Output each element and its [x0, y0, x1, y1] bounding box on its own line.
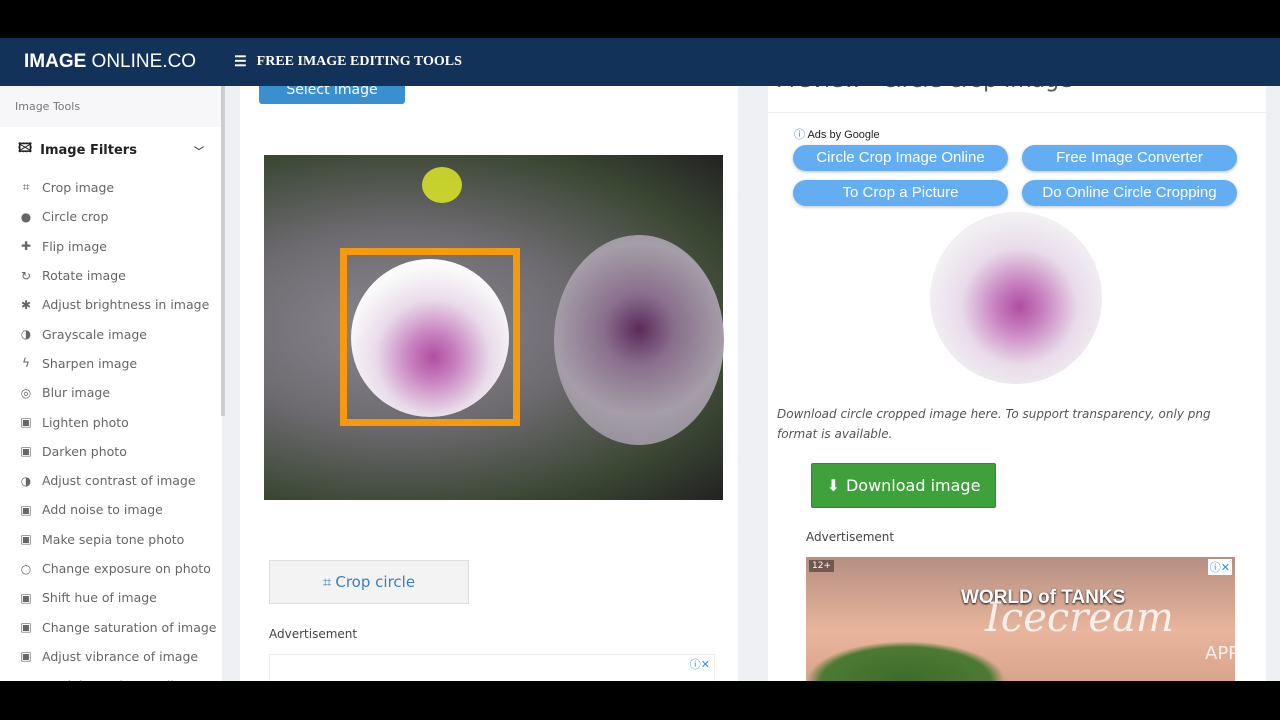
crop-icon: ⌗: [22, 180, 30, 195]
sidebar-item[interactable]: ▣ Add noise to image: [0, 495, 222, 524]
sidebar-item-label: Rotate image: [42, 268, 126, 284]
download-icon: ⬇: [826, 476, 840, 495]
download-image-button[interactable]: ⬇ Download image: [811, 463, 996, 508]
check-circle-icon: ●: [20, 209, 32, 224]
ad-link[interactable]: Do Online Circle Cropping: [1022, 180, 1237, 206]
sidebar-item[interactable]: ϟ Sharpen image: [0, 349, 222, 378]
sidebar-item-label: Sharpen image: [42, 355, 138, 371]
logo[interactable]: IMAGE ONLINE.CO: [24, 51, 196, 73]
sidebar-item-label: Circle crop: [42, 209, 109, 225]
image-icon: ▣: [20, 590, 32, 605]
sidebar-item[interactable]: ⌗ Crop image: [0, 173, 222, 202]
crop-selection[interactable]: [340, 248, 520, 426]
sidebar-item[interactable]: ▣ Adjust vibrance of image: [0, 642, 222, 671]
ad-scenery: [806, 641, 1006, 681]
info-icon: ⓘ: [794, 129, 808, 141]
image-icon: ▣: [19, 679, 33, 681]
sidebar-item[interactable]: ✱ Adjust brightness in image: [0, 290, 222, 319]
advertisement-label: Advertisement: [269, 627, 358, 641]
sidebar-item-label: Straighten photo online: [42, 678, 190, 681]
ad-link[interactable]: Free Image Converter: [1022, 145, 1237, 171]
download-note: Download circle cropped image here. To s…: [777, 407, 1211, 441]
sidebar-caption: Image Tools: [0, 86, 222, 127]
sidebar-item[interactable]: ● Circle crop: [0, 202, 222, 231]
sidebar-item-label: Adjust vibrance of image: [42, 648, 199, 664]
ads-by-google[interactable]: ⓘ Ads by Google: [794, 126, 880, 142]
circle-preview-image: [930, 212, 1102, 384]
ad-slot[interactable]: ⓘ✕: [269, 654, 715, 681]
sidebar-item-label: Change saturation of image: [42, 619, 217, 635]
image-icon: ▣: [20, 649, 32, 664]
ad-close-icon[interactable]: ⓘ✕: [690, 656, 710, 672]
sidebar-item-label: Adjust contrast of image: [42, 473, 196, 489]
image-icon: ▣: [20, 532, 32, 547]
page-scrollbar[interactable]: [1266, 86, 1280, 681]
ad-link[interactable]: To Crop a Picture: [793, 180, 1008, 206]
sidebar-item[interactable]: ○ Change exposure on photo: [0, 554, 222, 583]
editor-panel: Select image ⌗ Crop circle Advertisement …: [240, 76, 738, 681]
half-circle-icon: ◑: [20, 327, 32, 342]
page: IMAGE ONLINE.CO ☰ FREE IMAGE EDITING TOOL…: [0, 38, 1280, 681]
image-icon: ▣: [20, 415, 32, 430]
sidebar-item[interactable]: ↻ Rotate image: [0, 261, 222, 290]
plus-icon: ✚: [20, 239, 32, 254]
sidebar-item-label: Grayscale image: [42, 326, 147, 342]
advertisement-label: Advertisement: [806, 530, 895, 544]
sidebar-scrollbar[interactable]: [221, 86, 225, 416]
watermark-sub: APPS: [1205, 643, 1251, 664]
circle-icon: ○: [20, 561, 32, 576]
flower-image: [554, 235, 724, 445]
age-rating: 12+: [809, 560, 834, 572]
image-icon: 🖾: [18, 141, 33, 156]
half-circle-icon: ◑: [20, 473, 32, 488]
crop-icon: ⌗: [322, 573, 332, 591]
crop-circle-button[interactable]: ⌗ Crop circle: [269, 560, 469, 604]
ad-link[interactable]: Circle Crop Image Online: [793, 145, 1008, 171]
sidebar-item[interactable]: ▣ Change saturation of image: [0, 612, 222, 641]
watermark: Icecream: [985, 595, 1174, 641]
sidebar-item[interactable]: ▣ Make sepia tone photo: [0, 525, 222, 554]
sidebar-item-label: Blur image: [42, 385, 111, 401]
eye-slash-icon: ◎: [20, 385, 32, 400]
sidebar-item-label: Crop image: [42, 180, 115, 196]
sidebar-item-label: Change exposure on photo: [42, 561, 211, 576]
bolt-icon: ϟ: [22, 356, 30, 371]
sidebar-item[interactable]: ◑ Grayscale image: [0, 319, 222, 348]
chevron-down-icon: ﹀: [194, 146, 204, 158]
divider: [768, 112, 1266, 113]
rotate-icon: ↻: [20, 268, 32, 283]
sidebar-item[interactable]: ✚ Flip image: [0, 232, 222, 261]
hamburger-icon: ☰: [234, 54, 247, 70]
image-icon: ▣: [20, 502, 32, 517]
image-icon: ▣: [20, 620, 32, 635]
sidebar-item[interactable]: ▣ Darken photo: [0, 437, 222, 466]
sidebar-item-label: Darken photo: [42, 443, 127, 459]
sidebar-item[interactable]: ◑ Adjust contrast of image: [0, 466, 222, 495]
sidebar-item[interactable]: ▣ Straighten photo online: [0, 671, 222, 681]
sidebar-item-label: Lighten photo: [42, 414, 129, 430]
sidebar-item[interactable]: ▣ Shift hue of image: [0, 583, 222, 612]
sidebar: Image Tools 🖾 Image Filters ﹀ ⌗ Crop image ●…: [0, 86, 222, 681]
header: IMAGE ONLINE.CO ☰ FREE IMAGE EDITING TOOL…: [0, 38, 1280, 86]
sidebar-item-label: Shift hue of image: [42, 590, 157, 606]
ad-close-icon[interactable]: ⓘ✕: [1207, 559, 1232, 575]
sidebar-group-image-filters[interactable]: 🖾 Image Filters ﹀: [0, 127, 222, 173]
sidebar-item-label: Adjust brightness in image: [42, 297, 210, 313]
tools-menu[interactable]: ☰ FREE IMAGE EDITING TOOLS: [234, 54, 462, 71]
asterisk-icon: ✱: [20, 297, 32, 312]
crop-circle-area: [351, 259, 509, 417]
preview-panel: Preview - circle crop image ⓘ Ads by Goo…: [768, 68, 1266, 681]
sidebar-item[interactable]: ▣ Lighten photo: [0, 407, 222, 436]
sidebar-item-label: Make sepia tone photo: [42, 531, 185, 547]
cursor-highlight: [422, 167, 462, 203]
image-icon: ▣: [20, 444, 32, 459]
sidebar-item[interactable]: ◎ Blur image: [0, 378, 222, 407]
sidebar-item-label: Add noise to image: [42, 502, 163, 518]
sidebar-item-label: Flip image: [42, 238, 107, 254]
image-canvas[interactable]: [264, 155, 724, 500]
